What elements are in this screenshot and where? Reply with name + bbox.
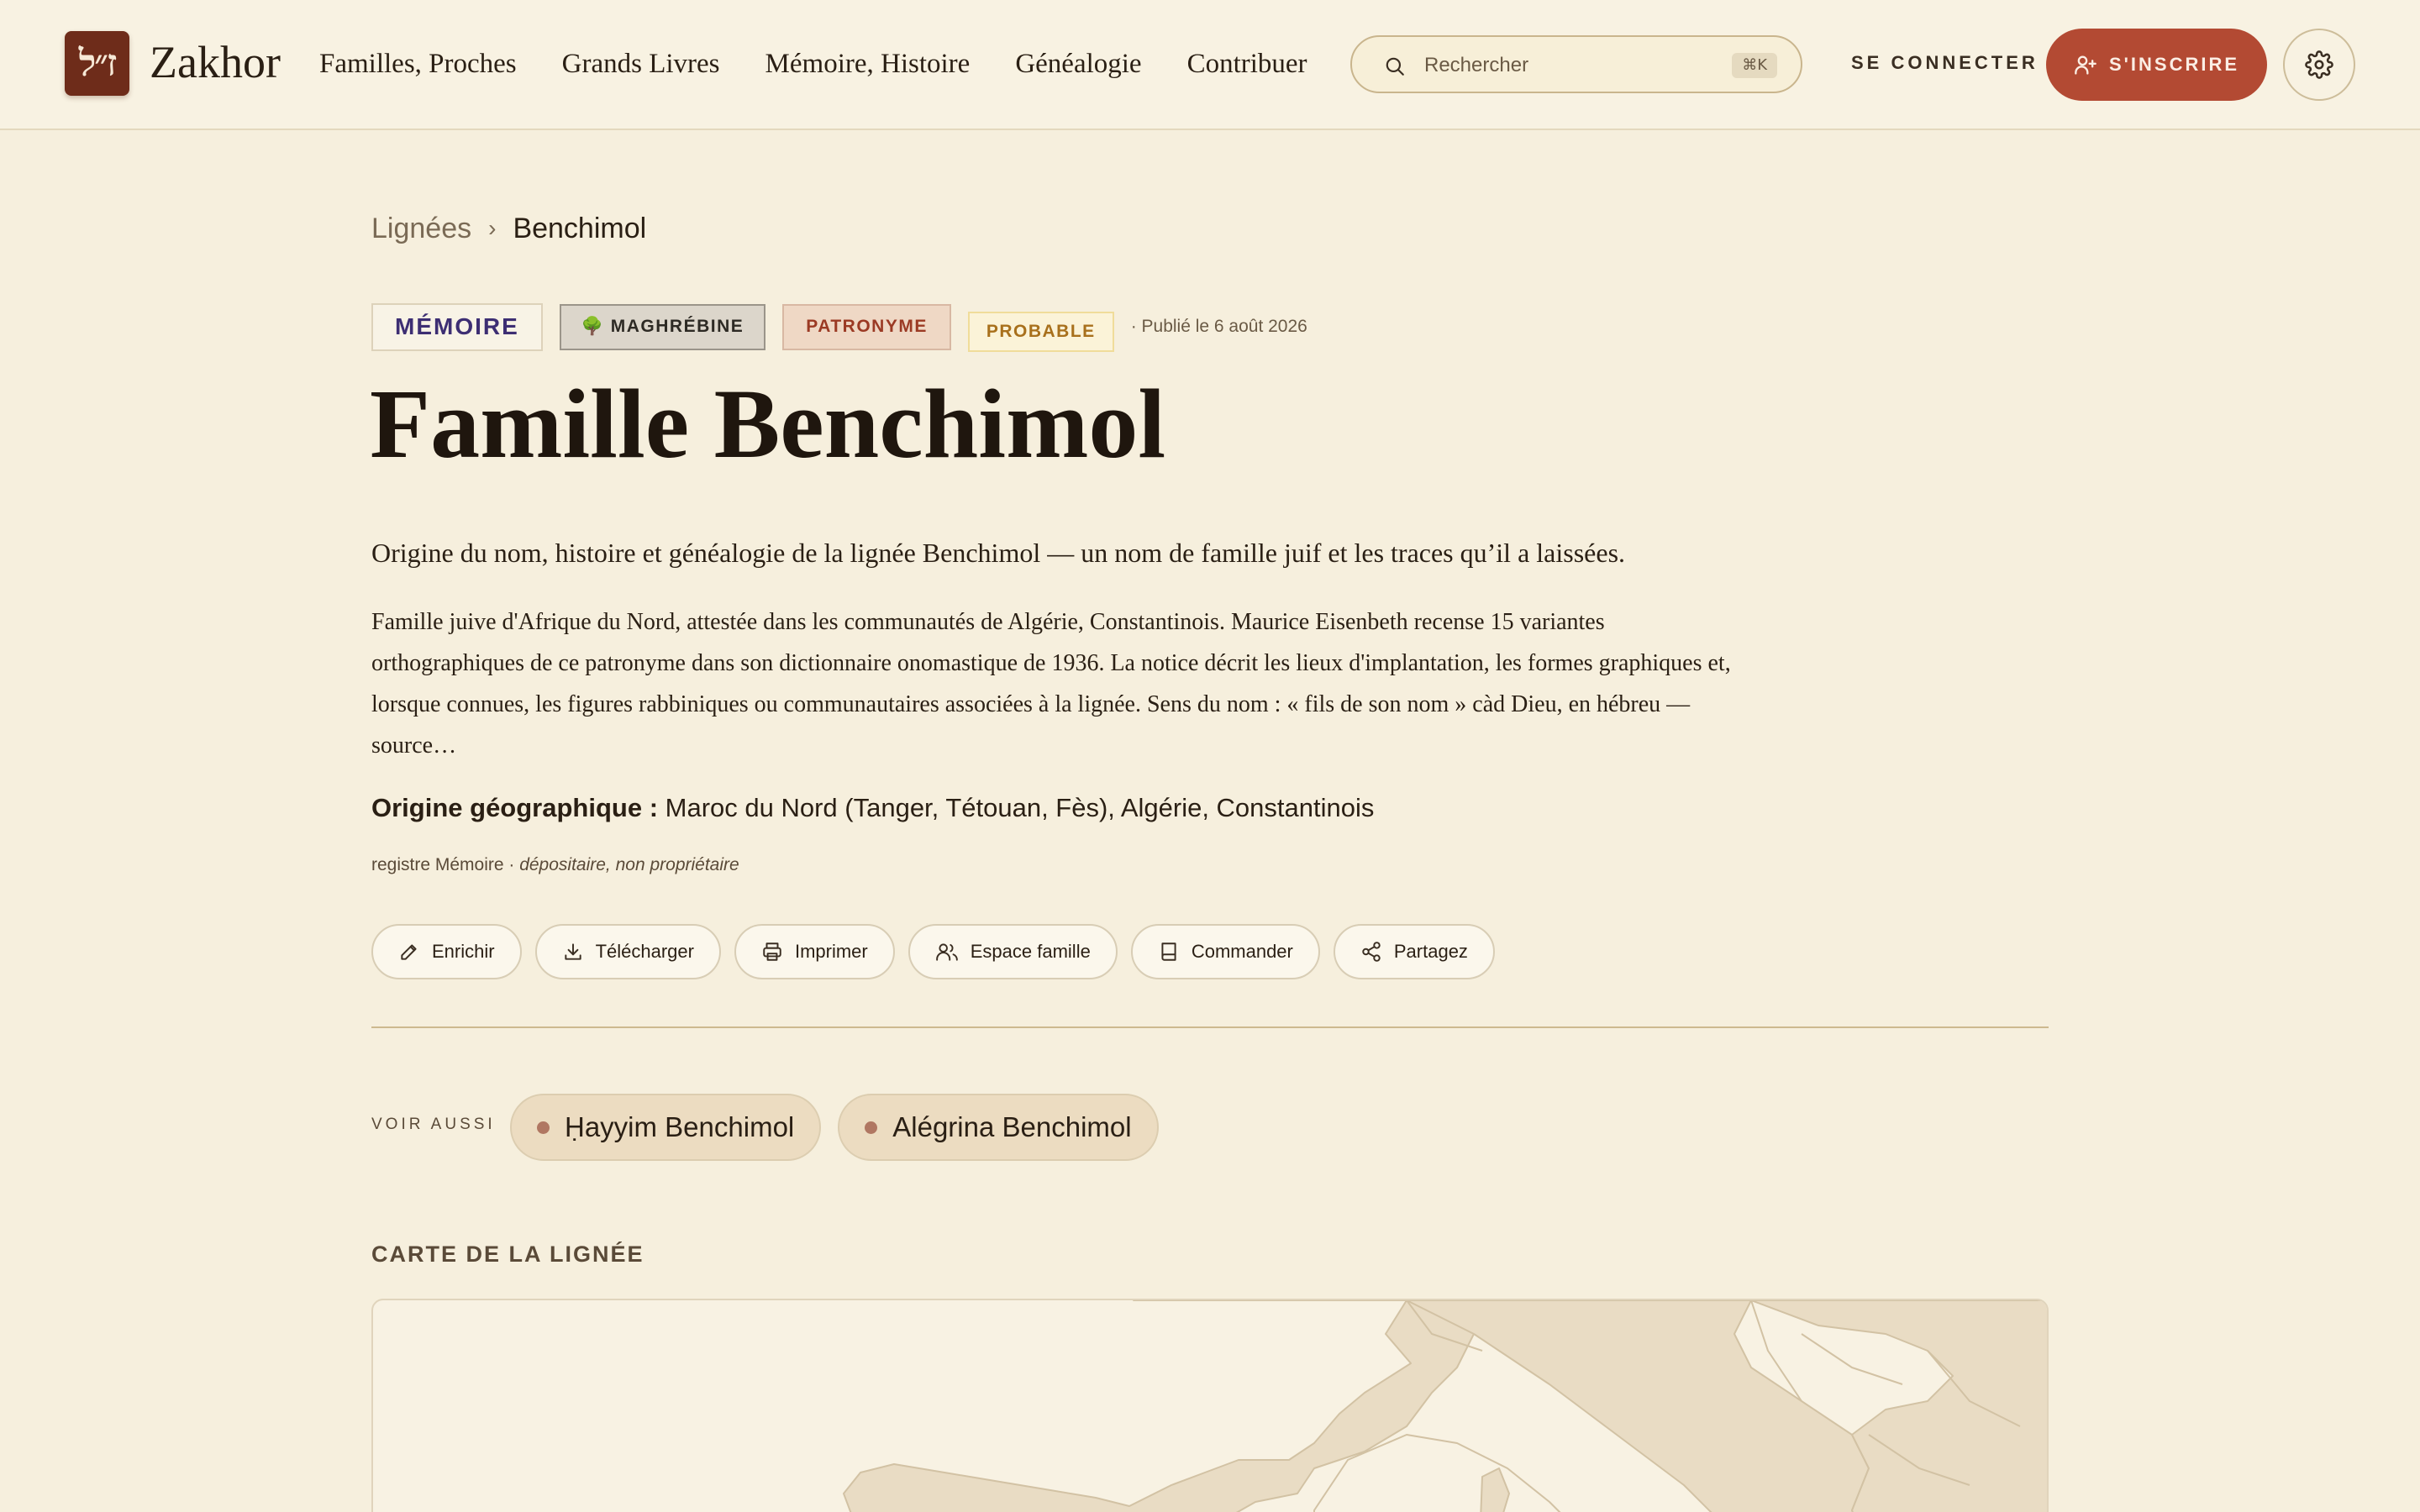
badge-row: MÉMOIRE 🌳 MAGHRÉBINE PATRONYME PROBABLE … — [371, 302, 1307, 352]
action-bar: Enrichir Télécharger Imprimer Espace fam… — [371, 924, 1495, 979]
see-also-chip-label: Alégrina Benchimol — [892, 1111, 1132, 1142]
map-section-title: CARTE DE LA LIGNÉE — [371, 1242, 644, 1267]
description-paragraph: Famille juive d'Afrique du Nord, attesté… — [371, 609, 1731, 759]
badge-probable: PROBABLE — [967, 312, 1114, 352]
nav-item-familles[interactable]: Familles, Proches — [319, 45, 517, 82]
logo-icon[interactable]: ז״ל — [65, 31, 129, 96]
partagez-label: Partagez — [1393, 941, 1468, 962]
search-input[interactable] — [1424, 49, 1727, 82]
nav-item-memoire[interactable]: Mémoire, Histoire — [765, 45, 971, 82]
login-link[interactable]: SE CONNECTER — [1851, 50, 2039, 76]
settings-button[interactable] — [2283, 29, 2355, 101]
enrichir-label: Enrichir — [432, 941, 495, 962]
commander-label: Commander — [1191, 941, 1293, 962]
pencil-icon — [401, 944, 417, 960]
published-date: · Publié le 6 août 2026 — [1130, 317, 1307, 336]
badge-memoire[interactable]: MÉMOIRE — [371, 302, 543, 351]
breadcrumb-separator: › — [488, 215, 497, 241]
gear-icon — [2305, 50, 2333, 79]
book-icon — [1161, 942, 1176, 961]
breadcrumb-current: Benchimol — [513, 213, 647, 244]
imprimer-label: Imprimer — [794, 941, 868, 962]
badge-patronyme[interactable]: PATRONYME — [782, 303, 951, 350]
chip-dot-icon — [865, 1121, 878, 1134]
imprimer-button[interactable]: Imprimer — [734, 924, 895, 979]
map-land-shapes — [843, 1300, 2047, 1512]
espace-famille-button[interactable]: Espace famille — [908, 924, 1118, 979]
chip-dot-icon — [537, 1121, 550, 1134]
registry-status: dépositaire, non propriétaire — [519, 855, 739, 874]
badge-maghrebine[interactable]: 🌳 MAGHRÉBINE — [559, 303, 766, 350]
section-divider — [371, 1026, 2049, 1028]
download-icon — [564, 943, 581, 960]
see-also-chip-alegrina[interactable]: Alégrina Benchimol — [838, 1094, 1159, 1161]
breadcrumb: Lignées › Benchimol — [371, 210, 646, 247]
search-box[interactable]: ⌘K — [1350, 35, 1802, 93]
page-title: Famille Benchimol — [370, 369, 1166, 479]
lead-paragraph: Origine du nom, histoire et généalogie d… — [371, 538, 1626, 568]
nav-item-contribuer[interactable]: Contribuer — [1187, 45, 1307, 82]
user-plus-icon — [2075, 55, 2096, 75]
users-icon — [935, 943, 958, 961]
search-icon — [1386, 57, 1404, 76]
share-icon — [1362, 942, 1381, 962]
registry-prefix: registre Mémoire · — [371, 855, 520, 874]
partagez-button[interactable]: Partagez — [1333, 924, 1495, 979]
breadcrumb-link-lignees[interactable]: Lignées — [371, 210, 471, 247]
main-nav: Familles, Proches Grands Livres Mémoire,… — [319, 45, 1307, 82]
printer-icon — [763, 942, 781, 961]
telecharger-button[interactable]: Télécharger — [534, 924, 721, 979]
enrichir-button[interactable]: Enrichir — [371, 924, 522, 979]
geographic-origin-value: Maroc du Nord (Tanger, Tétouan, Fès), Al… — [658, 793, 1375, 822]
signup-button[interactable]: S'INSCRIRE — [2046, 29, 2267, 101]
geographic-origin: Origine géographique : Maroc du Nord (Ta… — [371, 790, 1374, 827]
nav-item-grands-livres[interactable]: Grands Livres — [562, 45, 720, 82]
see-also-chip-label: Ḥayyim Benchimol — [565, 1111, 795, 1142]
geographic-origin-label: Origine géographique : — [371, 793, 659, 822]
search-shortcut-badge: ⌘K — [1732, 53, 1777, 78]
see-also-label: VOIR AUSSI — [371, 1116, 496, 1133]
nav-item-genealogie[interactable]: Généalogie — [1015, 45, 1141, 82]
espace-famille-label: Espace famille — [970, 941, 1091, 962]
signup-label: S'INSCRIRE — [2108, 54, 2240, 75]
brand-name[interactable]: Zakhor — [150, 35, 281, 89]
see-also-chip-hayyim[interactable]: Ḥayyim Benchimol — [510, 1094, 822, 1161]
telecharger-label: Télécharger — [595, 941, 694, 962]
lineage-map[interactable] — [371, 1299, 2049, 1512]
commander-button[interactable]: Commander — [1130, 924, 1320, 979]
registry-note: registre Mémoire · dépositaire, non prop… — [371, 855, 739, 875]
see-also-list: Ḥayyim Benchimol Alégrina Benchimol — [510, 1094, 1159, 1161]
top-header: ז״ל Zakhor Familles, Proches Grands Livr… — [0, 0, 2420, 130]
